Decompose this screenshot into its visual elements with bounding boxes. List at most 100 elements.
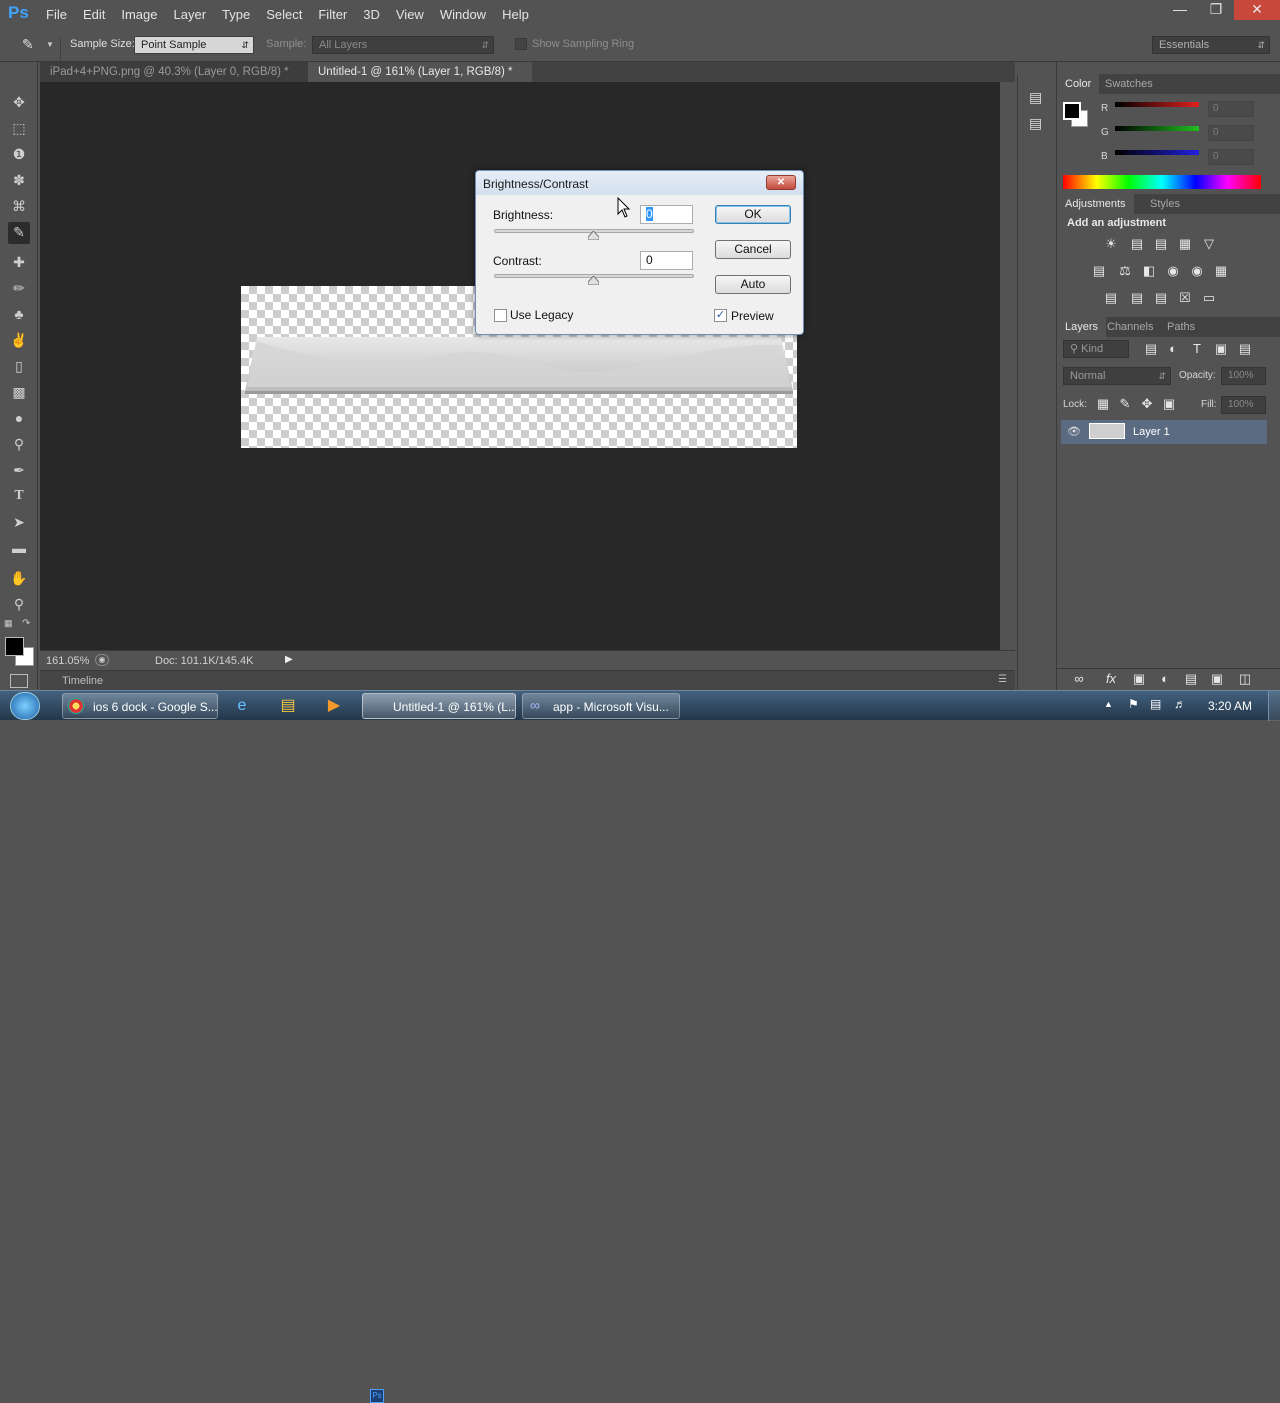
layer-kind-filter[interactable]: ⚲ Kind [1063, 340, 1129, 358]
sample-select[interactable]: All Layers ⇵ [312, 36, 494, 54]
tab-channels[interactable]: Channels [1099, 317, 1161, 337]
restore-icon[interactable]: ❐ [1198, 0, 1234, 20]
cancel-button[interactable]: Cancel [715, 240, 791, 259]
eyedropper-tool-icon[interactable]: ✎ [22, 36, 40, 54]
quick-selection-tool-icon[interactable]: ✽ [9, 170, 29, 190]
foreground-color-swatch[interactable] [5, 637, 24, 656]
curves-adjustment-icon[interactable]: ▤ [1153, 237, 1169, 251]
auto-button[interactable]: Auto [715, 275, 791, 294]
crop-tool-icon[interactable]: ⌘ [9, 196, 29, 216]
lock-all-icon[interactable]: ▣ [1161, 397, 1177, 411]
history-panel-icon[interactable]: ▤ [1029, 89, 1045, 105]
pen-tool-icon[interactable]: ✒ [9, 460, 29, 480]
menu-filter[interactable]: Filter [310, 7, 355, 22]
channel-mixer-adjustment-icon[interactable]: ◉ [1189, 264, 1205, 278]
channel-r-slider[interactable] [1115, 102, 1199, 107]
new-adjustment-layer-icon[interactable]: ◐ [1157, 672, 1173, 686]
close-window-icon[interactable]: ✕ [1234, 0, 1280, 20]
filter-smart-object-icon[interactable]: ▤ [1237, 342, 1253, 356]
taskbar-visual-studio[interactable]: app - Microsoft Visu... [522, 693, 680, 719]
media-player-icon[interactable]: ▶ [314, 693, 354, 719]
fx-icon[interactable]: fx [1103, 672, 1119, 686]
exposure-adjustment-icon[interactable]: ▦ [1177, 237, 1193, 251]
fill-input[interactable]: 100% [1221, 396, 1266, 414]
filter-adjustment-icon[interactable]: ◐ [1165, 342, 1181, 356]
channel-r-value[interactable]: 0 [1208, 101, 1254, 117]
workspace-select[interactable]: Essentials ⇵ [1152, 36, 1270, 54]
menu-type[interactable]: Type [214, 7, 258, 22]
brush-tool-icon[interactable]: ✏ [9, 278, 29, 298]
network-icon[interactable]: ▤ [1150, 697, 1161, 711]
start-button[interactable] [10, 692, 40, 720]
ok-button[interactable]: OK [715, 205, 791, 224]
properties-panel-icon[interactable]: ▤ [1029, 115, 1045, 131]
zoom-level[interactable]: 161.05% [46, 655, 89, 667]
menu-edit[interactable]: Edit [75, 7, 113, 22]
new-group-icon[interactable]: ▤ [1183, 672, 1199, 686]
action-center-icon[interactable]: ⚑ [1128, 697, 1139, 711]
color-spectrum-bar[interactable] [1063, 175, 1261, 189]
clock[interactable]: 3:20 AM [1208, 699, 1252, 713]
lasso-tool-icon[interactable]: ❶ [9, 144, 29, 164]
dodge-tool-icon[interactable]: ⚲ [9, 434, 29, 454]
selective-color-adjustment-icon[interactable]: ☒ [1177, 291, 1193, 305]
show-hidden-icons[interactable]: ▲ [1104, 699, 1113, 709]
channel-b-value[interactable]: 0 [1208, 149, 1254, 165]
hue-saturation-adjustment-icon[interactable]: ▤ [1091, 264, 1107, 278]
channel-b-slider[interactable] [1115, 150, 1199, 155]
link-layers-icon[interactable]: ∞ [1071, 672, 1087, 686]
tab-styles[interactable]: Styles [1142, 194, 1188, 214]
color-balance-adjustment-icon[interactable]: ⚖ [1117, 264, 1133, 278]
eyedropper-tool-icon[interactable]: ✎ [8, 222, 30, 244]
eye-icon[interactable]: 👁 [1067, 425, 1081, 438]
default-colors-icon[interactable]: ▦ [4, 618, 13, 629]
type-tool-icon[interactable]: T [9, 486, 29, 506]
brightness-slider-thumb[interactable] [588, 231, 599, 240]
menu-select[interactable]: Select [258, 7, 310, 22]
gradient-map-adjustment-icon[interactable]: ▭ [1201, 291, 1217, 305]
tab-swatches[interactable]: Swatches [1097, 74, 1161, 94]
tab-ipad-png[interactable]: iPad+4+PNG.png @ 40.3% (Layer 0, RGB/8) … [40, 62, 308, 98]
color-lookup-adjustment-icon[interactable]: ▦ [1213, 264, 1229, 278]
marquee-tool-icon[interactable]: ⬚ [9, 118, 29, 138]
menu-view[interactable]: View [388, 7, 432, 22]
lock-transparent-icon[interactable]: ▦ [1095, 397, 1111, 411]
path-selection-tool-icon[interactable]: ➤ [9, 512, 29, 532]
swap-colors-icon[interactable]: ↷ [22, 618, 30, 629]
filter-pixel-icon[interactable]: ▤ [1143, 342, 1159, 356]
levels-adjustment-icon[interactable]: ▤ [1129, 237, 1145, 251]
zoom-tool-icon[interactable]: ⚲ [9, 594, 29, 614]
blend-mode-select[interactable]: Normal ⇵ [1063, 367, 1171, 385]
healing-brush-tool-icon[interactable]: ✚ [9, 252, 29, 272]
menu-file[interactable]: File [38, 7, 75, 22]
lock-position-icon[interactable]: ✥ [1139, 397, 1155, 411]
menu-window[interactable]: Window [432, 7, 494, 22]
black-white-adjustment-icon[interactable]: ◧ [1141, 264, 1157, 278]
ie-icon[interactable]: e [222, 693, 262, 719]
quick-mask-icon[interactable] [10, 674, 28, 688]
status-menu-arrow-icon[interactable]: ▶ [285, 654, 293, 665]
sample-size-select[interactable]: Point Sample ⇵ [134, 36, 254, 54]
timeline-label[interactable]: Timeline [62, 675, 103, 687]
eraser-tool-icon[interactable]: ▯ [9, 356, 29, 376]
vibrance-adjustment-icon[interactable]: ▽ [1201, 237, 1217, 251]
move-tool-icon[interactable]: ✥ [9, 92, 29, 112]
menu-3d[interactable]: 3D [355, 7, 388, 22]
filter-type-icon[interactable]: T [1189, 342, 1205, 356]
layer-name[interactable]: Layer 1 [1133, 426, 1170, 438]
show-sampling-ring-checkbox[interactable] [515, 38, 527, 50]
delete-layer-icon[interactable]: ◫ [1237, 672, 1253, 686]
opacity-input[interactable]: 100% [1221, 367, 1266, 385]
channel-g-slider[interactable] [1115, 126, 1199, 131]
gradient-tool-icon[interactable]: ▩ [9, 382, 29, 402]
status-info-icon[interactable]: ◉ [95, 654, 109, 666]
brightness-input[interactable]: 0 [640, 205, 693, 224]
photo-filter-adjustment-icon[interactable]: ◉ [1165, 264, 1181, 278]
dialog-close-icon[interactable]: ✕ [766, 175, 796, 190]
show-desktop-button[interactable] [1268, 691, 1280, 721]
hand-tool-icon[interactable]: ✋ [9, 568, 29, 588]
history-brush-tool-icon[interactable]: ✌ [9, 330, 29, 350]
blur-tool-icon[interactable]: ● [9, 408, 29, 428]
tool-preset-chevron-icon[interactable]: ▼ [46, 40, 54, 49]
new-layer-icon[interactable]: ▣ [1209, 672, 1225, 686]
